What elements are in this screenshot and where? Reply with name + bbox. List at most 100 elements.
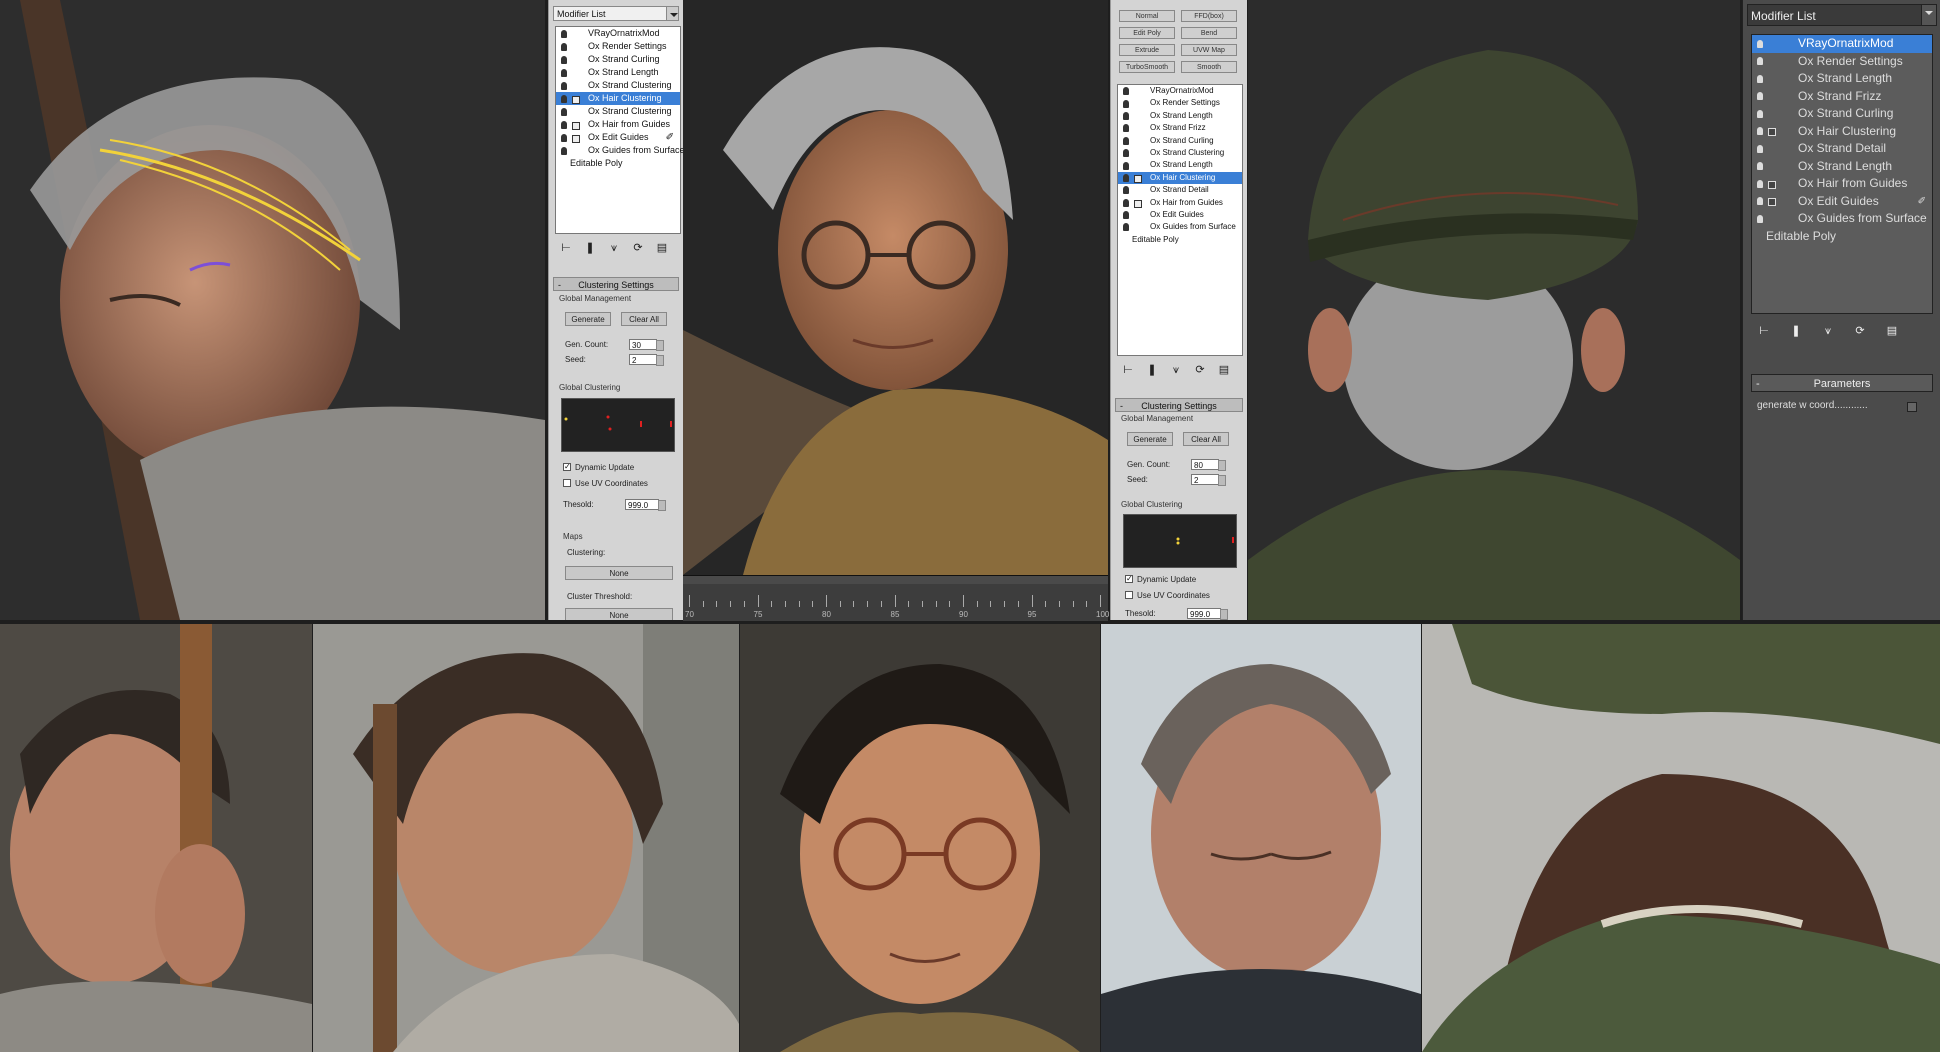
modifier-stack-item[interactable]: Ox Guides from Surface <box>1752 210 1932 228</box>
generate-w-coord-checkbox[interactable] <box>1907 402 1917 412</box>
lightbulb-icon[interactable] <box>1757 57 1763 66</box>
modifier-set-button[interactable]: Edit Poly <box>1119 27 1175 39</box>
make-unique-icon[interactable]: ⩛ <box>607 241 621 255</box>
collapse-icon[interactable]: - <box>1756 375 1760 393</box>
generate-button[interactable]: Generate <box>1127 432 1173 446</box>
configure-sets-icon[interactable]: ▤ <box>1217 363 1231 377</box>
modifier-stack-2[interactable]: VRayOrnatrixMod Ox Render Settings Ox Stra… <box>1117 84 1243 356</box>
modifier-stack-item[interactable]: Ox Render Settings <box>1752 53 1932 71</box>
clustering-graph-view[interactable] <box>561 398 675 452</box>
threshold-spinner[interactable]: 999.0 <box>625 499 666 511</box>
lightbulb-icon[interactable] <box>1123 111 1129 120</box>
modifier-stack-3[interactable]: VRayOrnatrixMod Ox Render Settings Ox Stra… <box>1751 34 1933 314</box>
expand-box-icon[interactable] <box>572 121 580 130</box>
lightbulb-icon[interactable] <box>561 81 567 90</box>
lightbulb-icon[interactable] <box>1123 211 1129 220</box>
modifier-stack-item[interactable]: Ox Strand Length <box>1752 70 1932 88</box>
modifier-stack-item[interactable]: Ox Strand Clustering <box>1118 147 1242 159</box>
lightbulb-icon[interactable] <box>1757 144 1763 153</box>
modifier-stack-item[interactable]: Ox Strand Curling <box>1752 105 1932 123</box>
lightbulb-icon[interactable] <box>1757 39 1763 48</box>
gen-count-spinner[interactable]: 30 <box>629 339 664 351</box>
viewport-character-guides[interactable] <box>0 0 545 620</box>
lightbulb-icon[interactable] <box>1123 173 1129 182</box>
dynamic-update-checkbox[interactable]: ✓ <box>563 463 571 471</box>
collapse-icon[interactable]: - <box>1120 399 1123 413</box>
configure-sets-icon[interactable]: ▤ <box>1885 324 1899 338</box>
modifier-stack-item[interactable]: VRayOrnatrixMod <box>1118 85 1242 97</box>
modifier-set-button[interactable]: TurboSmooth <box>1119 61 1175 73</box>
expand-box-icon[interactable] <box>1134 199 1142 208</box>
remove-modifier-icon[interactable]: ⟳ <box>1853 324 1867 338</box>
lightbulb-icon[interactable] <box>1123 223 1129 232</box>
modifier-stack-item[interactable]: Ox Hair Clustering <box>1118 171 1242 185</box>
parameters-rollout[interactable]: - Parameters <box>1751 374 1933 392</box>
expand-box-icon[interactable] <box>572 134 580 143</box>
clustering-map-button[interactable]: None <box>565 566 673 580</box>
clear-all-button[interactable]: Clear All <box>1183 432 1229 446</box>
time-slider-track[interactable] <box>683 576 1108 584</box>
lightbulb-icon[interactable] <box>561 94 567 103</box>
seed-spinner[interactable]: 2 <box>629 354 664 366</box>
lightbulb-icon[interactable] <box>1757 214 1763 223</box>
modifier-stack-item[interactable]: Ox Guides from Surface <box>556 144 683 157</box>
lightbulb-icon[interactable] <box>561 120 567 129</box>
configure-sets-icon[interactable]: ▤ <box>655 241 669 255</box>
modifier-stack-item[interactable]: Editable Poly <box>1752 228 1932 246</box>
modifier-stack-item[interactable]: Ox Strand Detail <box>1752 140 1932 158</box>
modifier-list-dropdown[interactable]: Modifier List <box>553 6 679 21</box>
modifier-stack-item[interactable]: Ox Strand Curling <box>1118 135 1242 147</box>
modifier-set-button[interactable]: Extrude <box>1119 44 1175 56</box>
modifier-stack-item[interactable]: Ox Edit Guides <box>1118 209 1242 221</box>
show-end-result-icon[interactable]: ❚ <box>1145 363 1159 377</box>
cluster-threshold-map-button[interactable]: None <box>565 608 673 620</box>
modifier-stack-item[interactable]: Editable Poly <box>1118 234 1242 246</box>
modifier-stack-item[interactable]: Ox Strand Detail <box>1118 184 1242 196</box>
modifier-stack-item[interactable]: Ox Strand Clustering <box>556 105 680 118</box>
modifier-stack-item[interactable]: Ox Hair Clustering <box>556 92 680 105</box>
pin-stack-icon[interactable]: ⊢ <box>1757 324 1771 338</box>
generate-button[interactable]: Generate <box>565 312 611 326</box>
lightbulb-icon[interactable] <box>561 42 567 51</box>
make-unique-icon[interactable]: ⩛ <box>1169 363 1183 377</box>
lightbulb-icon[interactable] <box>1123 136 1129 145</box>
seed-spinner[interactable]: 2 <box>1191 474 1226 486</box>
remove-modifier-icon[interactable]: ⟳ <box>631 241 645 255</box>
use-uv-checkbox[interactable] <box>1125 591 1133 599</box>
modifier-stack-item[interactable]: Ox Hair from Guides <box>1752 175 1932 193</box>
lightbulb-icon[interactable] <box>561 146 567 155</box>
modifier-stack-item[interactable]: Ox Strand Length <box>556 66 680 79</box>
lightbulb-icon[interactable] <box>1757 197 1763 206</box>
modifier-stack-item[interactable]: VRayOrnatrixMod <box>1752 35 1932 53</box>
modifier-set-button[interactable]: Smooth <box>1181 61 1237 73</box>
modifier-stack-1[interactable]: VRayOrnatrixMod Ox Render Settings Ox Stra… <box>555 26 683 234</box>
chevron-down-icon[interactable] <box>1921 5 1936 25</box>
modifier-stack-item[interactable]: Ox Strand Clustering <box>556 79 680 92</box>
clustering-settings-rollout[interactable]: - Clustering Settings <box>553 277 679 291</box>
gen-count-spinner[interactable]: 80 <box>1191 459 1226 471</box>
expand-box-icon[interactable] <box>1768 128 1776 137</box>
modifier-stack-item[interactable]: Ox Guides from Surface <box>1118 221 1242 233</box>
pin-stack-icon[interactable]: ⊢ <box>1121 363 1135 377</box>
expand-box-icon[interactable] <box>572 95 580 104</box>
modifier-stack-item[interactable]: Ox Render Settings <box>1118 97 1242 109</box>
modifier-stack-item[interactable]: Ox Hair from Guides <box>556 118 680 131</box>
lightbulb-icon[interactable] <box>1757 109 1763 118</box>
modifier-stack-item[interactable]: Ox Edit Guides ✐ <box>1752 193 1932 211</box>
lightbulb-icon[interactable] <box>1123 87 1129 96</box>
lightbulb-icon[interactable] <box>1757 74 1763 83</box>
viewport-back-of-head[interactable] <box>1248 0 1740 620</box>
expand-box-icon[interactable] <box>1134 174 1142 183</box>
clustering-settings-rollout[interactable]: - Clustering Settings <box>1115 398 1243 412</box>
lightbulb-icon[interactable] <box>1123 161 1129 170</box>
modifier-list-dropdown[interactable]: Modifier List <box>1747 4 1937 26</box>
modifier-stack-item[interactable]: Ox Strand Frizz <box>1752 88 1932 106</box>
remove-modifier-icon[interactable]: ⟳ <box>1193 363 1207 377</box>
dynamic-update-checkbox[interactable]: ✓ <box>1125 575 1133 583</box>
show-end-result-icon[interactable]: ❚ <box>583 241 597 255</box>
lightbulb-icon[interactable] <box>1757 179 1763 188</box>
lightbulb-icon[interactable] <box>561 68 567 77</box>
lightbulb-icon[interactable] <box>1757 162 1763 171</box>
modifier-stack-item[interactable]: Ox Strand Frizz <box>1118 122 1242 134</box>
modifier-stack-item[interactable]: Ox Strand Length <box>1752 158 1932 176</box>
